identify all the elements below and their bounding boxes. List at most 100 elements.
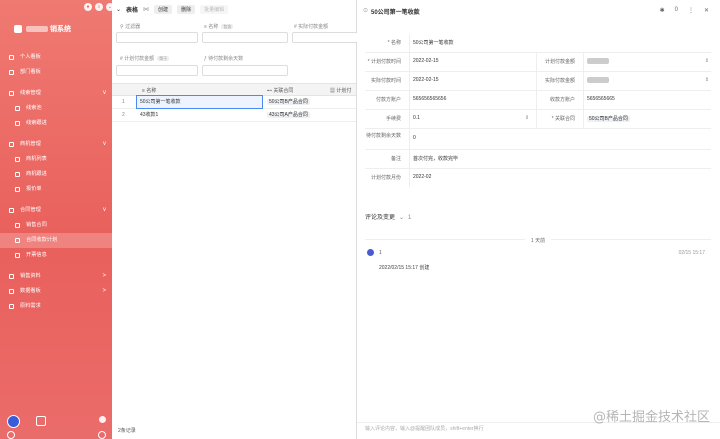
view-title[interactable]: 表格 [126, 5, 138, 14]
avatar-icon[interactable]: ● [84, 3, 92, 11]
plan-amount-filter-operator[interactable]: 等于 [157, 56, 170, 61]
sidebar-item-contracts[interactable]: 合同管理 v [0, 203, 112, 218]
dashboard-icon [9, 289, 14, 294]
sidebar-item-opportunities[interactable]: 商机管理 v [0, 137, 112, 152]
sidebar-item-opportunity-followup[interactable]: 商机跟进 [0, 167, 112, 182]
sidebar-item-label: 线索池 [26, 105, 42, 111]
record-icon: ⊙ [363, 8, 369, 14]
sidebar-item-opportunity-list[interactable]: 商机列表 [0, 152, 112, 167]
sidebar-item-personal-board[interactable]: 个人看板 [0, 50, 112, 65]
chevron-down-icon[interactable]: ⌄ [116, 6, 121, 13]
help-icon[interactable] [7, 431, 15, 439]
detail-actions: ✱ 0 ⋮ ✕ [660, 7, 709, 14]
pending-days-filter-input[interactable] [202, 65, 288, 76]
notification-icon[interactable] [36, 416, 46, 426]
field-label: 实际付款金额 [544, 78, 575, 84]
row-name-cell[interactable]: 43收款1 [137, 109, 262, 121]
avatar[interactable] [7, 415, 20, 428]
column-header-name[interactable]: ≡ 名称 [142, 87, 156, 94]
more-icon[interactable]: ⋮ [688, 7, 694, 14]
sidebar-item-lead-pool[interactable]: 线索池 [0, 101, 112, 116]
sidebar-item-lead-followup[interactable]: 线索跟进 [0, 116, 112, 131]
comment-day-label: 1 天前 [524, 238, 552, 244]
chevron-right-icon: > [102, 273, 106, 279]
sidebar-item-label: 部门看板 [20, 69, 41, 75]
field-contract-value[interactable]: 50公司B产品合同 [587, 115, 630, 122]
create-button[interactable]: 创建 [154, 4, 173, 14]
field-actual-amount-value[interactable] [587, 77, 609, 83]
field-actual-time-value[interactable]: 2022-02-15 [413, 77, 439, 83]
sidebar-item-invoices[interactable]: 开票信息 [0, 248, 112, 263]
actual-paid-filter-input[interactable] [292, 32, 358, 43]
row-contract-cell[interactable]: 50公司B产品合同 [267, 96, 310, 108]
search-icon[interactable]: ⌕ [95, 3, 103, 11]
field-row-accounts: 付款方账户 565656565656 收款方账户 5656565665 [365, 91, 711, 110]
table-row[interactable]: 2 43收款1 43公司A产品合同 [112, 109, 356, 122]
delete-button[interactable]: 删除 [177, 4, 196, 14]
sidebar-item-sales-materials[interactable]: 销售资料 > [0, 269, 112, 284]
field-fee-value[interactable]: 0.1 [413, 115, 420, 121]
user-icon[interactable] [99, 416, 106, 423]
batch-edit-button[interactable]: 批量编辑 [200, 4, 229, 14]
gear-icon[interactable] [98, 431, 106, 439]
sidebar-item-label: 销售合同 [26, 222, 47, 228]
sidebar-item-material-needs[interactable]: 原料需求 [0, 299, 112, 314]
column-header-label: 名称 [146, 88, 157, 94]
field-note-value[interactable]: 首次付完，收款完毕 [413, 155, 458, 162]
column-header-label: 关联合同 [273, 88, 294, 94]
sidebar-item-label: 商机跟进 [26, 171, 47, 177]
close-icon[interactable]: ✕ [704, 7, 709, 14]
comments-title-label: 评论及变更 [365, 215, 396, 221]
sidebar-item-label: 报价单 [26, 186, 42, 192]
contract-tag: 43公司A产品合同 [267, 112, 310, 118]
watermark: @稀土掘金技术社区 [592, 410, 710, 425]
actual-paid-filter-label-wrap: # 实际付款金额 [294, 23, 328, 30]
table-row[interactable]: 1 50公司第一笔收款 50公司B产品合同 [112, 95, 356, 109]
field-label: 手续费 [385, 116, 401, 122]
plan-amount-filter-label-wrap: # 计划付款金额 等于 [120, 55, 170, 62]
row-contract-cell[interactable]: 43公司A产品合同 [267, 109, 310, 121]
field-payer-value[interactable]: 565656565656 [413, 96, 446, 102]
record-form: * 名称 50公司第一笔收款 * 计划付款时间 2022-02-15 计划付款金… [365, 34, 711, 187]
sidebar-item-sales-contracts[interactable]: 销售合同 [0, 218, 112, 233]
record-detail-panel: ⊙ 50公司第一笔收款 ✱ 0 ⋮ ✕ * 名称 50公司第一笔收款 * 计划付… [357, 0, 720, 439]
share-icon[interactable]: ⋈ [143, 6, 149, 13]
name-filter-operator[interactable]: 包含 [221, 24, 234, 29]
sidebar-item-dept-board[interactable]: 部门看板 [0, 65, 112, 80]
sidebar-item-payment-plan[interactable]: 合同收款计划 [0, 233, 112, 248]
field-payee-value[interactable]: 5656565665 [587, 96, 615, 102]
field-label: 实际付款时间 [370, 78, 401, 84]
column-header-plan-date[interactable]: ▦ 计划付 [330, 87, 351, 94]
field-label: * 计划付款时间 [367, 59, 401, 65]
stepper-icon[interactable]: ⇕ [525, 115, 529, 121]
sidebar-item-leads[interactable]: 线索管理 v [0, 86, 112, 101]
sidebar-item-quotes[interactable]: 报价单 [0, 182, 112, 197]
sidebar-item-label: 线索跟进 [26, 120, 47, 126]
pending-days-filter-label: 待付款剩余天数 [208, 56, 244, 62]
leads-icon [9, 91, 14, 96]
filter-input[interactable] [116, 32, 198, 43]
sidebar-item-label: 线索管理 [20, 90, 41, 96]
name-filter-input[interactable] [202, 32, 288, 43]
field-plan-amount-value[interactable] [587, 58, 609, 64]
material-icon [9, 304, 14, 309]
row-name-cell[interactable]: 50公司第一笔收款 [136, 95, 263, 109]
comments-title[interactable]: 评论及变更 ⌄ 1 [365, 212, 711, 221]
sidebar-item-data-board[interactable]: 数据看板 > [0, 284, 112, 299]
stepper-icon[interactable]: ⇕ [705, 58, 709, 64]
field-row-name: * 名称 50公司第一笔收款 [365, 34, 711, 53]
quote-icon [15, 187, 20, 192]
field-plan-time-value[interactable]: 2022-02-15 [413, 58, 439, 64]
field-label: 计划付款金额 [544, 59, 575, 65]
contract-tag: 50公司B产品合同 [587, 116, 630, 122]
star-icon[interactable]: ✱ [660, 7, 665, 14]
comment-count[interactable]: 0 [675, 7, 678, 14]
column-header-contract[interactable]: ⊷ 关联合同 [267, 87, 293, 94]
sidebar-item-label: 合同收款计划 [26, 237, 58, 243]
plan-amount-filter-input[interactable] [116, 65, 198, 76]
chevron-right-icon: > [102, 288, 106, 294]
field-label: 收款方账户 [549, 97, 575, 103]
field-name-value[interactable]: 50公司第一笔收款 [413, 39, 454, 46]
batch-edit-label: 批量编辑 [204, 6, 225, 13]
stepper-icon[interactable]: ⇕ [705, 77, 709, 83]
